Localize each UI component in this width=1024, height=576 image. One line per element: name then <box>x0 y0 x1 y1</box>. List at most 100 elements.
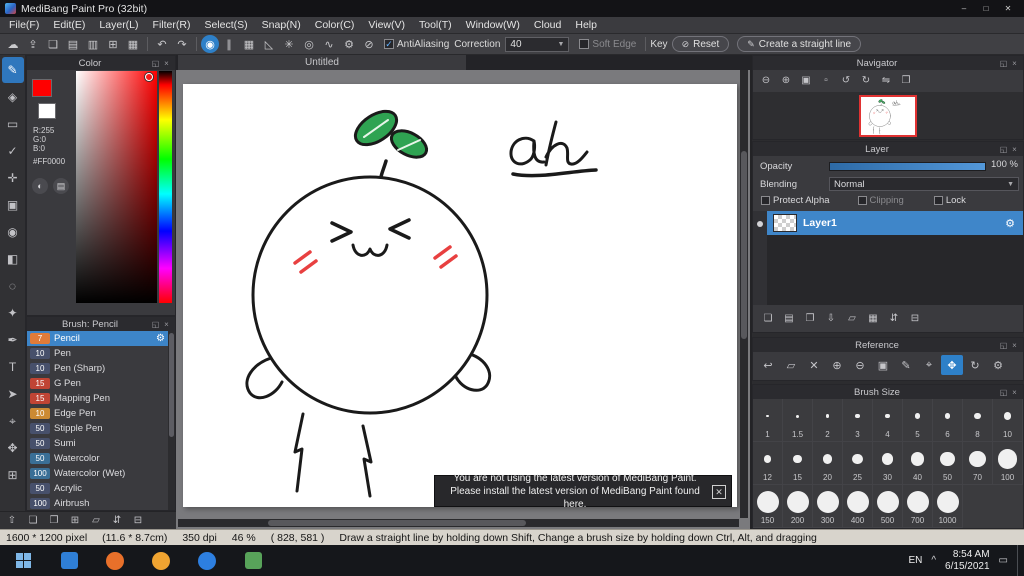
clipping-checkbox[interactable]: Clipping <box>857 195 904 206</box>
scrollbar-thumb[interactable] <box>741 150 747 339</box>
layer-visibility-icon[interactable] <box>757 221 763 227</box>
menu-item-snap[interactable]: Snap(N) <box>255 17 308 33</box>
brush-size-500[interactable]: 500 <box>873 485 903 528</box>
back-icon[interactable]: ↩ <box>757 355 779 375</box>
background-color-swatch[interactable] <box>38 103 56 119</box>
new-folder-icon[interactable]: ▤ <box>780 310 798 326</box>
new-layer-icon[interactable]: ❏ <box>759 310 777 326</box>
menu-item-edit[interactable]: Edit(E) <box>46 17 92 33</box>
brush-size-10[interactable]: 10 <box>993 399 1023 442</box>
color-wheel-icon[interactable]: ◐ <box>32 178 48 194</box>
export-icon[interactable]: ⇪ <box>23 35 43 53</box>
zoom-out-icon[interactable]: ⊖ <box>757 72 775 88</box>
magic-wand-tool[interactable]: ✦ <box>2 300 24 326</box>
brush-tool[interactable]: ✎ <box>1 57 24 83</box>
firefox-app-icon[interactable] <box>92 545 138 576</box>
cloud-icon[interactable]: ☁ <box>3 35 23 53</box>
show-desktop-button[interactable] <box>1017 545 1022 576</box>
rotate-left-icon[interactable]: ↺ <box>837 72 855 88</box>
create-straight-line-button[interactable]: ✎ Create a straight line <box>737 36 862 52</box>
operation-tool[interactable]: ➤ <box>2 381 24 407</box>
snap-perspective-icon[interactable]: ◺ <box>259 35 279 53</box>
trash-icon[interactable]: ⊟ <box>130 513 146 528</box>
merge-down-icon[interactable]: ⇩ <box>822 310 840 326</box>
move-tool[interactable]: ✛ <box>2 165 24 191</box>
menu-item-select[interactable]: Select(S) <box>197 17 254 33</box>
chat-icon[interactable]: ❏ <box>43 35 63 53</box>
brush-item-pen-sharp[interactable]: 10 Pen (Sharp) <box>27 361 168 376</box>
menu-item-view[interactable]: View(V) <box>361 17 412 33</box>
brush-size-70[interactable]: 70 <box>963 442 993 485</box>
select-rect-tool[interactable]: ▭ <box>2 111 24 137</box>
up-icon[interactable]: ⇧ <box>4 513 20 528</box>
brush-size-30[interactable]: 30 <box>873 442 903 485</box>
minimize-button[interactable]: – <box>953 2 975 15</box>
zoom-actual-icon[interactable]: ▫ <box>817 72 835 88</box>
snap-grid-icon[interactable]: ▦ <box>239 35 259 53</box>
snap-settings-icon[interactable]: ⚙ <box>339 35 359 53</box>
close-panel-icon[interactable]: × <box>161 59 172 68</box>
popout-panel-icon[interactable]: ◱ <box>150 59 161 68</box>
brush-size-1[interactable]: 1 <box>753 399 783 442</box>
sync-icon[interactable]: ⇵ <box>109 513 125 528</box>
brush-size-6[interactable]: 6 <box>933 399 963 442</box>
notification-close-button[interactable]: ✕ <box>712 485 726 499</box>
close-panel-icon[interactable]: × <box>1009 341 1020 350</box>
correction-select[interactable]: 40 ▼ <box>505 36 570 52</box>
brush-size-15[interactable]: 15 <box>783 442 813 485</box>
scrollbar-thumb[interactable] <box>169 333 174 437</box>
brush-size-50[interactable]: 50 <box>933 442 963 485</box>
brush-size-400[interactable]: 400 <box>843 485 873 528</box>
brush-size-3[interactable]: 3 <box>843 399 873 442</box>
grid-icon[interactable]: ⊞ <box>103 35 123 53</box>
mail-app-icon[interactable] <box>46 545 92 576</box>
settings-icon[interactable]: ⚙ <box>987 355 1009 375</box>
brush-size-5[interactable]: 5 <box>903 399 933 442</box>
brush-size-1.5[interactable]: 1.5 <box>783 399 813 442</box>
lock-checkbox[interactable]: Lock <box>933 195 966 206</box>
close-panel-icon[interactable]: × <box>161 320 172 329</box>
redo-icon[interactable]: ↷ <box>172 35 192 53</box>
eyedropper-icon[interactable]: ⌖ <box>918 355 940 375</box>
brush-item-pen[interactable]: 10 Pen <box>27 346 168 361</box>
brush-size-12[interactable]: 12 <box>753 442 783 485</box>
opacity-slider[interactable] <box>829 162 986 171</box>
menu-item-color[interactable]: Color(C) <box>308 17 362 33</box>
popout-panel-icon[interactable]: ◱ <box>150 320 161 329</box>
brush-size-300[interactable]: 300 <box>813 485 843 528</box>
close-image-icon[interactable]: ✕ <box>803 355 825 375</box>
start-button[interactable] <box>0 545 46 576</box>
add-folder-icon[interactable]: ⊞ <box>67 513 83 528</box>
menu-item-cloud[interactable]: Cloud <box>527 17 568 33</box>
bucket-tool[interactable]: ◉ <box>2 219 24 245</box>
popout-panel-icon[interactable]: ◱ <box>998 388 1009 397</box>
popout-panel-icon[interactable]: ◱ <box>998 341 1009 350</box>
duplicate-layer-icon[interactable]: ❐ <box>801 310 819 326</box>
hand-icon[interactable]: ✥ <box>941 355 963 375</box>
clock[interactable]: 8:54 AM 6/15/2021 <box>945 549 990 573</box>
brush-item-stipple-pen[interactable]: 50 Stipple Pen <box>27 421 168 436</box>
brush-size-25[interactable]: 25 <box>843 442 873 485</box>
brush-item-watercolor[interactable]: 50 Watercolor <box>27 451 168 466</box>
chrome-app-icon[interactable] <box>138 545 184 576</box>
brush-settings-icon[interactable]: ⚙ <box>156 333 165 344</box>
new-brush-icon[interactable]: ❏ <box>25 513 41 528</box>
brush-item-acrylic[interactable]: 50 Acrylic <box>27 481 168 496</box>
canvas-vertical-scrollbar[interactable] <box>740 70 748 518</box>
menu-item-layer[interactable]: Layer(L) <box>92 17 145 33</box>
brush-cursor-icon[interactable]: ◉ <box>201 35 219 53</box>
snap-ellipse-icon[interactable]: ◎ <box>299 35 319 53</box>
soft-edge-checkbox[interactable]: Soft Edge <box>579 39 636 50</box>
reorder-icon[interactable]: ⇵ <box>885 310 903 326</box>
popout-panel-icon[interactable]: ◱ <box>998 145 1009 154</box>
menu-item-help[interactable]: Help <box>568 17 604 33</box>
brush-size-100[interactable]: 100 <box>993 442 1023 485</box>
rotate-icon[interactable]: ↻ <box>964 355 986 375</box>
hue-bar[interactable] <box>159 71 172 303</box>
brush-item-mapping-pen[interactable]: 15 Mapping Pen <box>27 391 168 406</box>
brush-item-airbrush[interactable]: 100 Airbrush <box>27 496 168 510</box>
brush-item-edge-pen[interactable]: 10 Edge Pen <box>27 406 168 421</box>
brush-size-8[interactable]: 8 <box>963 399 993 442</box>
canvas-horizontal-scrollbar[interactable] <box>178 519 739 527</box>
panel-layout-icon[interactable]: ▦ <box>123 35 143 53</box>
